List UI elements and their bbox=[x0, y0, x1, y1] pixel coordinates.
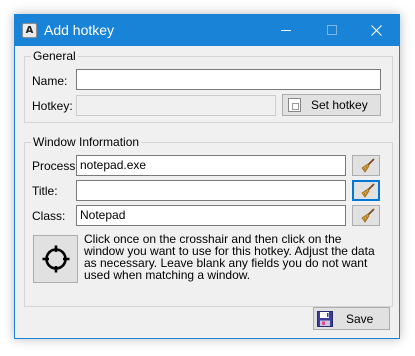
window-information-legend: Window Information bbox=[33, 135, 140, 149]
crosshair-instructions: Click once on the crosshair and then cli… bbox=[84, 232, 375, 282]
clear-class-button[interactable] bbox=[352, 205, 380, 226]
add-hotkey-dialog: A Add hotkey General Name: Hotkey: Set h… bbox=[14, 14, 400, 339]
maximize-icon bbox=[327, 25, 337, 35]
minimize-icon bbox=[281, 30, 291, 31]
process-field[interactable]: notepad.exe bbox=[76, 155, 346, 176]
title-bar[interactable]: A Add hotkey bbox=[15, 15, 399, 46]
general-legend: General bbox=[33, 49, 76, 63]
minimize-button[interactable] bbox=[263, 15, 309, 46]
clear-title-button[interactable] bbox=[352, 180, 380, 201]
broom-icon bbox=[361, 183, 375, 198]
name-field[interactable] bbox=[76, 69, 381, 90]
title-field[interactable] bbox=[76, 180, 346, 201]
app-icon: A bbox=[22, 23, 37, 38]
name-label: Name: bbox=[32, 74, 68, 88]
maximize-button bbox=[309, 15, 355, 46]
keyboard-key-icon bbox=[288, 98, 301, 112]
clear-process-button[interactable] bbox=[352, 155, 380, 176]
set-hotkey-label: Set hotkey bbox=[311, 98, 368, 112]
crosshair-button[interactable] bbox=[33, 235, 78, 283]
window-title: Add hotkey bbox=[44, 22, 115, 38]
hotkey-field bbox=[76, 95, 276, 116]
crosshair-icon bbox=[42, 245, 70, 273]
set-hotkey-button[interactable]: Set hotkey bbox=[282, 94, 381, 116]
hotkey-label: Hotkey: bbox=[32, 99, 73, 113]
class-field[interactable]: Notepad bbox=[76, 205, 346, 226]
save-button[interactable]: Save bbox=[313, 307, 390, 330]
save-label: Save bbox=[346, 312, 374, 326]
title-label: Title: bbox=[32, 184, 58, 198]
floppy-disk-icon bbox=[317, 311, 333, 327]
broom-icon bbox=[361, 208, 375, 223]
close-button[interactable] bbox=[353, 15, 399, 46]
close-icon bbox=[371, 25, 382, 36]
process-label: Process bbox=[32, 159, 76, 173]
class-label: Class: bbox=[32, 209, 66, 223]
broom-icon bbox=[361, 158, 375, 173]
